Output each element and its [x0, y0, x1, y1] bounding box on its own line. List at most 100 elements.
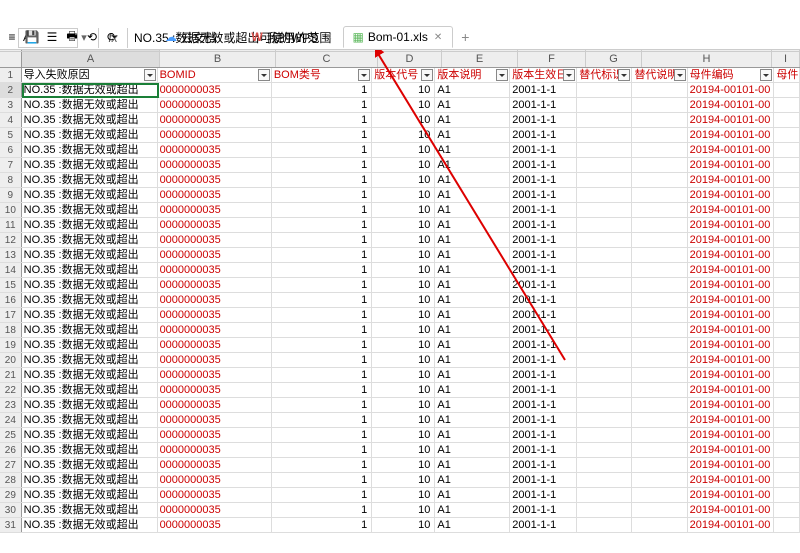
- list-icon[interactable]: ☰: [44, 29, 60, 45]
- cell[interactable]: [632, 368, 687, 382]
- header-cell[interactable]: 版本代号: [372, 68, 435, 82]
- cell[interactable]: 1: [272, 473, 373, 487]
- cell[interactable]: 20194-00101-00: [688, 458, 775, 472]
- cell[interactable]: NO.35 :数据无效或超出: [22, 503, 158, 517]
- cell[interactable]: 2001-1-1: [510, 98, 577, 112]
- cell[interactable]: 1: [272, 203, 373, 217]
- cell[interactable]: [577, 353, 632, 367]
- cell[interactable]: 2001-1-1: [510, 503, 577, 517]
- cell[interactable]: [774, 263, 800, 277]
- cell[interactable]: [632, 83, 687, 97]
- cell[interactable]: 1: [272, 158, 373, 172]
- cell[interactable]: 2001-1-1: [510, 323, 577, 337]
- cell[interactable]: NO.35 :数据无效或超出: [22, 338, 158, 352]
- cell[interactable]: 1: [272, 398, 373, 412]
- cell[interactable]: [577, 443, 632, 457]
- cell[interactable]: NO.35 :数据无效或超出: [22, 233, 158, 247]
- filter-button[interactable]: [496, 69, 508, 81]
- cell[interactable]: [632, 308, 687, 322]
- cell[interactable]: [577, 218, 632, 232]
- cell[interactable]: 2001-1-1: [510, 233, 577, 247]
- row-header[interactable]: 29: [0, 488, 22, 502]
- header-cell[interactable]: 替代标识: [577, 68, 632, 82]
- cell[interactable]: 20194-00101-00: [688, 428, 775, 442]
- cell[interactable]: [774, 128, 800, 142]
- cell[interactable]: [774, 188, 800, 202]
- cell[interactable]: [774, 203, 800, 217]
- cell[interactable]: [774, 233, 800, 247]
- cell[interactable]: 1: [272, 263, 373, 277]
- cell[interactable]: [632, 158, 687, 172]
- cell[interactable]: 1: [272, 98, 373, 112]
- cell[interactable]: [632, 143, 687, 157]
- cell[interactable]: 20194-00101-00: [688, 158, 775, 172]
- row-header[interactable]: 28: [0, 473, 22, 487]
- cell[interactable]: 10: [372, 518, 435, 532]
- cell[interactable]: [577, 338, 632, 352]
- cell[interactable]: 10: [372, 188, 435, 202]
- cell[interactable]: 20194-00101-00: [688, 518, 775, 532]
- col-header-I[interactable]: I: [772, 50, 800, 67]
- cell[interactable]: 20194-00101-00: [688, 173, 775, 187]
- header-cell[interactable]: 版本说明: [435, 68, 510, 82]
- cell[interactable]: 1: [272, 383, 373, 397]
- cell[interactable]: A1: [435, 263, 510, 277]
- row-header[interactable]: 10: [0, 203, 22, 217]
- close-icon[interactable]: ✕: [432, 32, 444, 43]
- cell[interactable]: 2001-1-1: [510, 368, 577, 382]
- cell[interactable]: 10: [372, 173, 435, 187]
- cell[interactable]: 1: [272, 368, 373, 382]
- cell[interactable]: 20194-00101-00: [688, 203, 775, 217]
- cell[interactable]: [774, 503, 800, 517]
- row-header[interactable]: 3: [0, 98, 22, 112]
- cell[interactable]: A1: [435, 233, 510, 247]
- cell[interactable]: [577, 518, 632, 532]
- col-header-F[interactable]: F: [518, 50, 586, 67]
- row-header[interactable]: 27: [0, 458, 22, 472]
- cell[interactable]: [632, 113, 687, 127]
- cell[interactable]: 2001-1-1: [510, 173, 577, 187]
- cell[interactable]: NO.35 :数据无效或超出: [22, 443, 158, 457]
- cell[interactable]: 10: [372, 503, 435, 517]
- cell[interactable]: 20194-00101-00: [688, 353, 775, 367]
- cell[interactable]: [632, 128, 687, 142]
- cell[interactable]: [774, 428, 800, 442]
- cell[interactable]: NO.35 :数据无效或超出: [22, 473, 158, 487]
- cell[interactable]: 20194-00101-00: [688, 308, 775, 322]
- cell[interactable]: [632, 278, 687, 292]
- cell[interactable]: NO.35 :数据无效或超出: [22, 128, 158, 142]
- cell[interactable]: 2001-1-1: [510, 413, 577, 427]
- cell[interactable]: 20194-00101-00: [688, 473, 775, 487]
- cell[interactable]: [577, 173, 632, 187]
- cell[interactable]: 2001-1-1: [510, 158, 577, 172]
- cell[interactable]: 0000000035: [158, 308, 272, 322]
- cell[interactable]: 2001-1-1: [510, 458, 577, 472]
- cell[interactable]: 2001-1-1: [510, 398, 577, 412]
- cell[interactable]: [774, 413, 800, 427]
- redo-icon[interactable]: ⟳: [104, 29, 120, 45]
- cell[interactable]: [577, 158, 632, 172]
- cell[interactable]: 0000000035: [158, 413, 272, 427]
- cell[interactable]: 0000000035: [158, 338, 272, 352]
- cell[interactable]: [632, 383, 687, 397]
- cell[interactable]: 10: [372, 143, 435, 157]
- cell[interactable]: 10: [372, 248, 435, 262]
- cell[interactable]: [774, 293, 800, 307]
- cell[interactable]: 10: [372, 398, 435, 412]
- cell[interactable]: 10: [372, 158, 435, 172]
- cell[interactable]: 10: [372, 308, 435, 322]
- cell[interactable]: 0000000035: [158, 473, 272, 487]
- row-header[interactable]: 21: [0, 368, 22, 382]
- row-header[interactable]: 5: [0, 128, 22, 142]
- cell[interactable]: [632, 428, 687, 442]
- col-header-E[interactable]: E: [442, 50, 518, 67]
- cell[interactable]: [577, 128, 632, 142]
- cell[interactable]: 20194-00101-00: [688, 233, 775, 247]
- cell[interactable]: 10: [372, 488, 435, 502]
- cell[interactable]: 2001-1-1: [510, 353, 577, 367]
- cell[interactable]: 20194-00101-00: [688, 383, 775, 397]
- cell[interactable]: 10: [372, 203, 435, 217]
- cell[interactable]: [632, 323, 687, 337]
- cell[interactable]: [577, 263, 632, 277]
- row-header[interactable]: 24: [0, 413, 22, 427]
